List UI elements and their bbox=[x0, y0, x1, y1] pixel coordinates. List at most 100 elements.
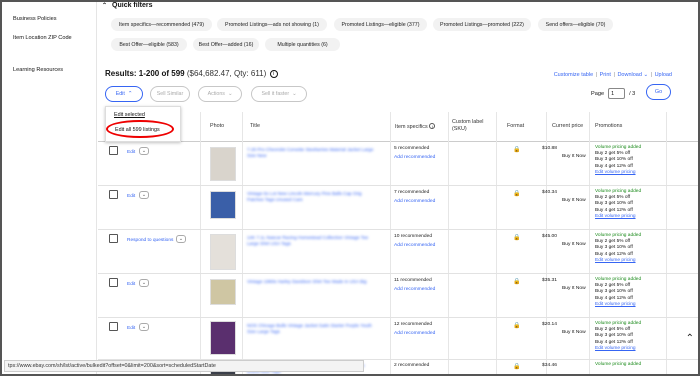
edit-button[interactable]: Edit ⌃ bbox=[105, 86, 143, 102]
header-custom-label[interactable]: Custom label (SKU) bbox=[452, 119, 494, 133]
header-item-specifics: Item specifics i bbox=[395, 123, 436, 131]
header-current-price[interactable]: Current price bbox=[552, 123, 583, 130]
item-title[interactable]: Vintage 1990s Harley Davidson Shirt Tee … bbox=[247, 279, 377, 285]
item-specifics-count: 11 recommended bbox=[394, 278, 432, 283]
row-checkbox[interactable] bbox=[109, 234, 118, 243]
chevron-up-icon: ⌃ bbox=[127, 91, 133, 97]
item-format: Buy It Now bbox=[562, 286, 586, 291]
lock-icon: 🔒 bbox=[513, 323, 521, 329]
lock-icon: 🔒 bbox=[513, 147, 521, 153]
item-price[interactable]: $40.34 bbox=[542, 190, 557, 195]
sidebar-item-item-location[interactable]: Item Location ZIP Code bbox=[13, 35, 72, 41]
table-links: Customize table | Print | Download ⌄ | U… bbox=[553, 72, 672, 78]
item-photo[interactable] bbox=[210, 321, 236, 355]
page-label: Page bbox=[591, 90, 605, 97]
item-specifics-count: 5 recommended bbox=[394, 146, 430, 151]
item-photo[interactable] bbox=[210, 279, 236, 305]
pagination: Page 1 / 3 bbox=[591, 88, 635, 99]
edit-volume-pricing-link[interactable]: Edit volume pricing bbox=[595, 302, 641, 308]
item-price[interactable]: $35.31 bbox=[542, 278, 557, 283]
chevron-down-icon[interactable]: ⌄ bbox=[139, 191, 149, 199]
table-row: Edit ⌄ NOS Chicago Bulls Vintage Jacket … bbox=[98, 318, 698, 360]
promo-block: Volume pricing added Buy 2 get 5% off Bu… bbox=[595, 321, 641, 352]
results-totals: ($64,682.47, Qty: 611) bbox=[186, 69, 267, 78]
info-icon[interactable]: i bbox=[269, 70, 278, 78]
filter-chip-send-offers[interactable]: Send offers—eligible (70) bbox=[538, 18, 613, 31]
item-title[interactable]: Vintage 6x Lot New Lincoln Mercury Pins … bbox=[247, 191, 377, 203]
item-photo[interactable] bbox=[210, 191, 236, 219]
sell-similar-button[interactable]: Sell Similar bbox=[150, 86, 190, 102]
add-recommended-link[interactable]: Add recommended bbox=[394, 155, 435, 160]
header-promotions: Promotions bbox=[595, 123, 623, 129]
promo-block: Volume pricing added Buy 2 get 5% off Bu… bbox=[595, 145, 641, 176]
sidebar: Business Policies Item Location ZIP Code… bbox=[4, 2, 97, 374]
item-title[interactable]: 14K 7.1L Nascar Racing Homestead Collect… bbox=[247, 235, 377, 247]
page-input[interactable]: 1 bbox=[608, 88, 626, 99]
chevron-down-icon: ⌄ bbox=[292, 91, 297, 97]
chevron-down-icon[interactable]: ⌄ bbox=[139, 279, 149, 287]
row-action-link[interactable]: Edit bbox=[127, 150, 135, 155]
item-specifics-count: 10 recommended bbox=[394, 234, 433, 239]
item-price[interactable]: $10.88 bbox=[542, 146, 557, 151]
item-photo[interactable] bbox=[210, 147, 236, 181]
item-format: Buy It Now bbox=[562, 154, 586, 159]
add-recommended-link[interactable]: Add recommended bbox=[394, 287, 435, 292]
actions-button-label: Actions bbox=[207, 91, 225, 97]
chevron-down-icon[interactable]: ⌄ bbox=[139, 323, 149, 331]
edit-volume-pricing-link[interactable]: Edit volume pricing bbox=[595, 170, 641, 176]
add-recommended-link[interactable]: Add recommended bbox=[394, 243, 435, 248]
sell-faster-button[interactable]: Sell it faster ⌄ bbox=[251, 86, 307, 102]
page-total: / 3 bbox=[629, 90, 636, 97]
info-icon[interactable]: i bbox=[429, 123, 436, 129]
filter-chip-item-specifics[interactable]: Item specifics—recommended (479) bbox=[111, 18, 212, 31]
chevron-down-icon[interactable]: ⌄ bbox=[139, 147, 149, 155]
row-action-link[interactable]: Edit bbox=[127, 282, 135, 287]
lock-icon: 🔒 bbox=[513, 191, 521, 197]
item-price[interactable]: $45.00 bbox=[542, 234, 557, 239]
upload-link[interactable]: Upload bbox=[655, 72, 672, 78]
edit-selected-item[interactable]: Edit selected bbox=[114, 112, 145, 118]
sidebar-item-business-policies[interactable]: Business Policies bbox=[13, 16, 57, 22]
item-photo[interactable] bbox=[210, 234, 236, 270]
item-title[interactable]: NOS Chicago Bulls Vintage Jacket Satin S… bbox=[247, 323, 377, 335]
results-summary: Results: 1-200 of 599 ($64,682.47, Qty: … bbox=[105, 69, 278, 78]
lock-icon: 🔒 bbox=[513, 364, 521, 370]
scroll-up-icon[interactable]: ⌃ bbox=[686, 333, 694, 344]
filter-chip-pl-eligible[interactable]: Promoted Listings—eligible (377) bbox=[334, 18, 427, 31]
filter-chip-bo-added[interactable]: Best Offer—added (16) bbox=[193, 38, 259, 51]
row-action-link[interactable]: Edit bbox=[127, 194, 135, 199]
row-action-link[interactable]: Respond to questions bbox=[127, 238, 173, 243]
sidebar-item-learning-resources[interactable]: Learning Resources bbox=[13, 67, 63, 73]
window-frame: Business Policies Item Location ZIP Code… bbox=[0, 0, 700, 376]
item-price[interactable]: $20.14 bbox=[542, 322, 557, 327]
row-checkbox[interactable] bbox=[109, 278, 118, 287]
row-checkbox[interactable] bbox=[109, 146, 118, 155]
chevron-up-icon: ⌃ bbox=[102, 3, 108, 9]
actions-button[interactable]: Actions ⌄ bbox=[198, 86, 242, 102]
filter-chip-bo-eligible[interactable]: Best Offer—eligible (583) bbox=[111, 38, 187, 51]
row-checkbox[interactable] bbox=[109, 322, 118, 331]
row-action-link[interactable]: Edit bbox=[127, 326, 135, 331]
item-price[interactable]: $34.46 bbox=[542, 363, 557, 368]
filter-chip-ads-not-showing[interactable]: Promoted Listings—ads not showing (1) bbox=[217, 18, 327, 31]
row-checkbox[interactable] bbox=[109, 190, 118, 199]
go-button[interactable]: Go bbox=[646, 84, 671, 100]
quick-filters-toggle[interactable]: ⌃ Quick filters bbox=[102, 2, 153, 9]
item-title[interactable]: 7-20 Pro Chevrolet Corvette Steelseries … bbox=[247, 147, 377, 159]
add-recommended-link[interactable]: Add recommended bbox=[394, 199, 435, 204]
download-link[interactable]: Download bbox=[617, 72, 641, 78]
print-link[interactable]: Print bbox=[600, 72, 611, 78]
chevron-down-icon: ⌄ bbox=[227, 91, 233, 97]
edit-volume-pricing-link[interactable]: Edit volume pricing bbox=[595, 258, 641, 264]
add-recommended-link[interactable]: Add recommended bbox=[394, 331, 435, 336]
lock-icon: 🔒 bbox=[513, 235, 521, 241]
promo-status: Volume pricing added bbox=[595, 362, 642, 367]
edit-volume-pricing-link[interactable]: Edit volume pricing bbox=[595, 346, 641, 352]
header-format[interactable]: Format bbox=[507, 123, 524, 130]
filter-chip-pl-promoted[interactable]: Promoted Listings—promoted (222) bbox=[433, 18, 531, 31]
header-title[interactable]: Title bbox=[250, 123, 260, 130]
customize-table-link[interactable]: Customize table bbox=[554, 72, 593, 78]
edit-volume-pricing-link[interactable]: Edit volume pricing bbox=[595, 214, 641, 220]
filter-chip-multiple-quantities[interactable]: Multiple quantities (6) bbox=[265, 38, 340, 51]
chevron-down-icon[interactable]: ⌄ bbox=[176, 235, 186, 243]
